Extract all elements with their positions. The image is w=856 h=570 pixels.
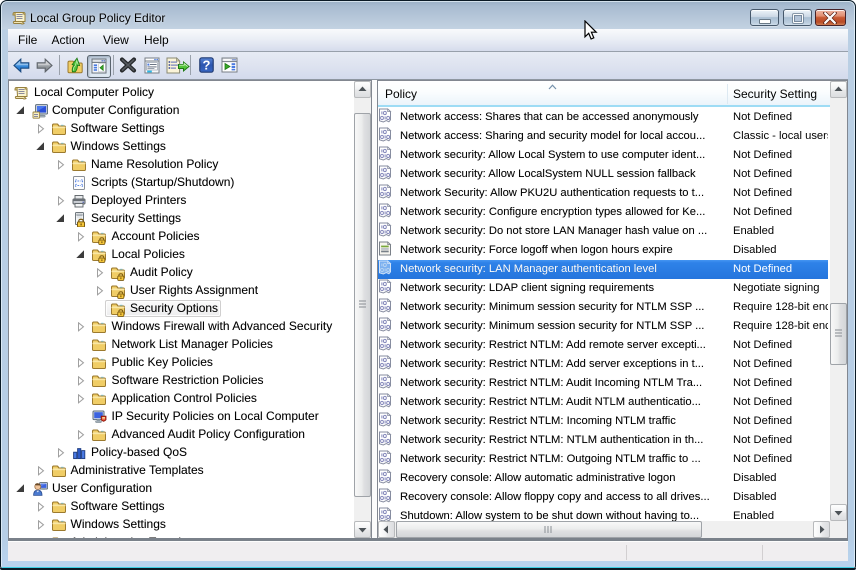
svg-text:?: ? [203, 58, 211, 73]
